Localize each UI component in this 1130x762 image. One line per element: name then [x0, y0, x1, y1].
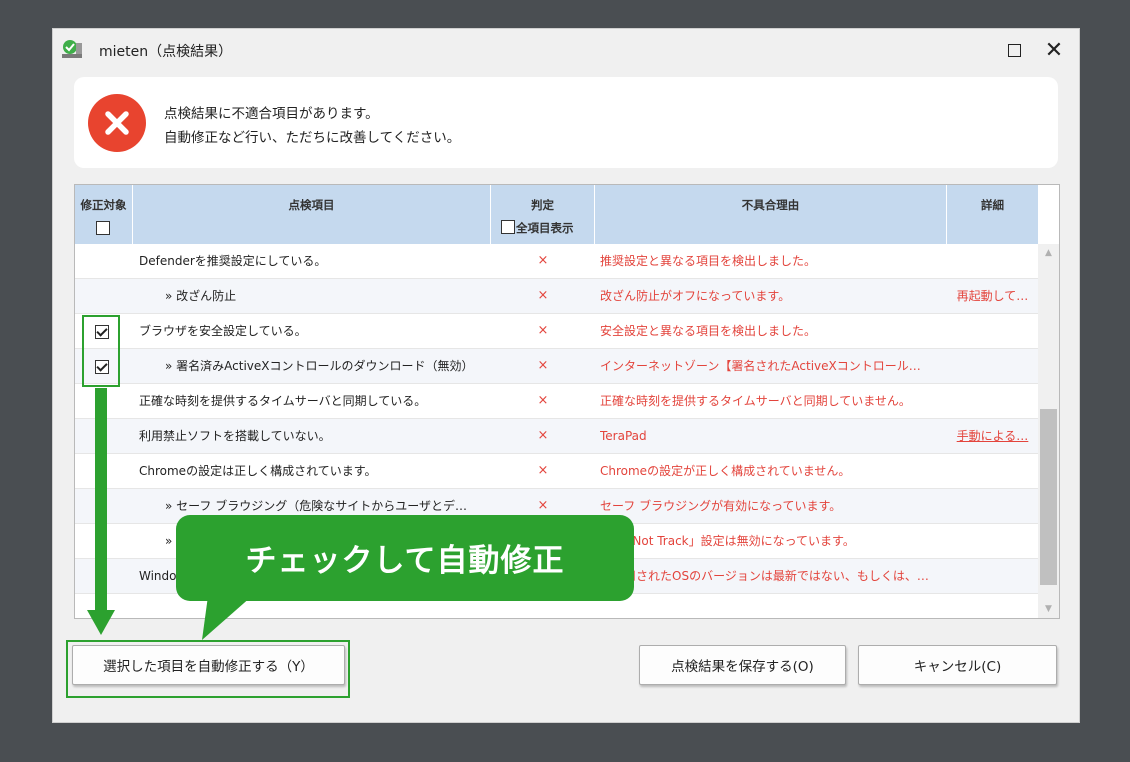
check-item-cell: 利用禁止ソフトを搭載していない。 [139, 429, 331, 443]
detail-cell [947, 454, 1038, 488]
show-all-toggle[interactable]: 全項目表示 [501, 220, 574, 236]
annotation-callout-text: チェックして自動修正 [245, 543, 565, 579]
close-button[interactable]: ✕ [1037, 35, 1071, 65]
column-header-detail-label: 詳細 [981, 198, 1004, 212]
detail-cell [947, 384, 1038, 418]
detail-cell [947, 524, 1038, 558]
show-all-checkbox[interactable] [501, 220, 515, 234]
table-row[interactable]: » 署名済みActiveXコントロールのダウンロード（無効） × インターネットゾー… [75, 349, 1038, 384]
detail-cell [947, 349, 1038, 383]
auto-fix-button-highlight [66, 640, 350, 698]
maximize-icon [1007, 43, 1021, 57]
judgement-cell: × [537, 358, 549, 373]
table-header: 修正対象 点検項目 判定 全項目表示 不具合理由 詳細 [75, 185, 1038, 244]
message-line-1: 点検結果に不適合項目があります。 [164, 106, 379, 122]
reason-cell: Chromeの設定が正しく構成されていません。 [600, 464, 851, 478]
callout-tail [202, 596, 252, 640]
judgement-cell: × [537, 288, 549, 303]
table-row[interactable]: 利用禁止ソフトを搭載していない。 × TeraPad 手動による… [75, 419, 1038, 454]
judgement-cell: × [537, 428, 549, 443]
table-row[interactable]: 正確な時刻を提供するタイムサーバと同期している。 × 正確な時刻を提供するタイムサー… [75, 384, 1038, 419]
judgement-cell: × [537, 463, 549, 478]
reason-cell: 推奨設定と異なる項目を検出しました。 [600, 254, 817, 268]
judgement-cell: × [537, 323, 549, 338]
check-item-cell: 正確な時刻を提供するタイムサーバと同期している。 [139, 394, 427, 408]
detail-cell [947, 489, 1038, 523]
message-panel: 点検結果に不適合項目があります。 自動修正など行い、ただちに改善してください。 [74, 77, 1058, 168]
column-header-judge: 判定 全項目表示 [491, 185, 595, 244]
scroll-thumb[interactable] [1040, 409, 1057, 585]
select-all-checkbox[interactable] [96, 221, 110, 235]
close-icon: ✕ [1044, 37, 1064, 63]
check-item-cell: ブラウザを安全設定している。 [139, 324, 307, 338]
check-item-cell: » 改ざん防止 [165, 289, 237, 303]
title-bar: mieten（点検結果） ✕ [53, 29, 1079, 71]
table-row[interactable]: ブラウザを安全設定している。 × 安全設定と異なる項目を検出しました。 [75, 314, 1038, 349]
column-header-item: 点検項目 [133, 185, 491, 244]
guide-arrow-head [87, 610, 115, 635]
cancel-button[interactable]: キャンセル(C) [858, 645, 1057, 685]
column-header-item-label: 点検項目 [288, 198, 335, 212]
column-header-reason: 不具合理由 [595, 185, 947, 244]
detail-cell [947, 244, 1038, 278]
column-header-judge-label: 判定 [531, 198, 554, 212]
reason-cell: ご使用されたOSのバージョンは最新ではない、もしくは、… [600, 569, 929, 583]
check-item-cell: Chromeの設定は正しく構成されています。 [139, 464, 377, 478]
reason-cell: セーフ ブラウジングが有効になっています。 [600, 499, 842, 513]
vertical-scrollbar[interactable]: ▲ ▼ [1038, 244, 1059, 618]
column-header-detail: 詳細 [947, 185, 1038, 244]
error-icon [88, 94, 146, 152]
reason-cell: 改ざん防止がオフになっています。 [600, 289, 791, 303]
reason-cell: 「Do Not Track」設定は無効になっています。 [600, 534, 855, 548]
reason-cell: 安全設定と異なる項目を検出しました。 [600, 324, 817, 338]
column-header-fix-label: 修正対象 [80, 198, 127, 212]
save-results-button[interactable]: 点検結果を保存する(O) [639, 645, 846, 685]
reason-cell: インターネットゾーン【署名されたActiveXコントロール… [600, 359, 921, 373]
show-all-label: 全項目表示 [516, 221, 574, 235]
detail-cell[interactable]: 再起動して… [947, 279, 1038, 313]
annotation-callout: チェックして自動修正 [176, 515, 634, 601]
maximize-button[interactable] [997, 35, 1031, 65]
app-icon [61, 39, 83, 59]
check-item-cell: Defenderを推奨設定にしている。 [139, 254, 327, 268]
scrollbar-header-spacer [1038, 185, 1059, 244]
table-row[interactable]: » 改ざん防止 × 改ざん防止がオフになっています。 再起動して… [75, 279, 1038, 314]
judgement-cell: × [537, 253, 549, 268]
reason-cell: 正確な時刻を提供するタイムサーバと同期していません。 [600, 394, 911, 408]
table-row[interactable]: Chromeの設定は正しく構成されています。 × Chromeの設定が正しく構成され… [75, 454, 1038, 489]
judgement-cell: × [537, 393, 549, 408]
table-row[interactable]: Defenderを推奨設定にしている。 × 推奨設定と異なる項目を検出しました。 [75, 244, 1038, 279]
detail-cell [947, 314, 1038, 348]
detail-cell[interactable]: 手動による… [947, 419, 1038, 453]
checkbox-highlight [82, 315, 120, 387]
column-header-fix: 修正対象 [75, 185, 133, 244]
scroll-down-icon[interactable]: ▼ [1038, 604, 1059, 614]
detail-cell [947, 559, 1038, 593]
window-title: mieten（点検結果） [99, 44, 233, 60]
guide-arrow-shaft [95, 388, 107, 612]
column-header-reason-label: 不具合理由 [741, 198, 800, 212]
check-item-cell: » 署名済みActiveXコントロールのダウンロード（無効） [165, 359, 474, 373]
scroll-up-icon[interactable]: ▲ [1038, 248, 1059, 258]
reason-cell: TeraPad [600, 429, 647, 443]
message-line-2: 自動修正など行い、ただちに改善してください。 [164, 130, 461, 146]
